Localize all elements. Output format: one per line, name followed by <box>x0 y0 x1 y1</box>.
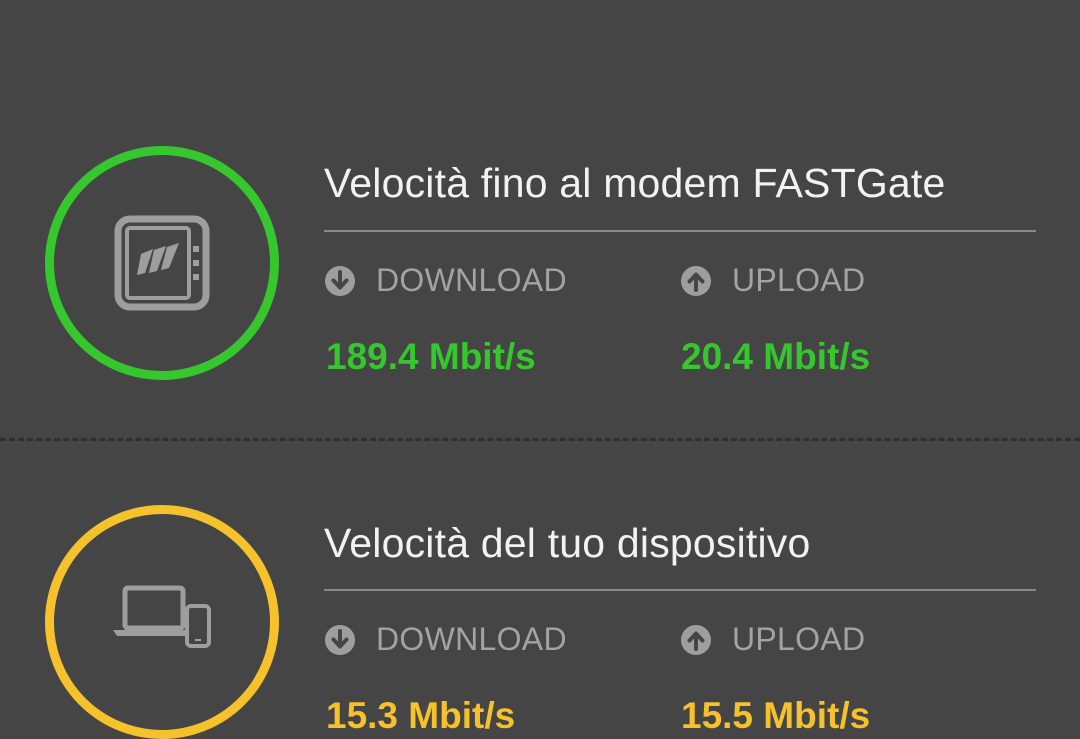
upload-label: UPLOAD <box>732 262 866 298</box>
download-value: 189.4 Mbit/s <box>326 336 536 377</box>
download-metric: DOWNLOAD <box>324 621 567 658</box>
download-arrow-icon <box>325 265 355 296</box>
device-status-ring <box>45 505 279 739</box>
upload-arrow-icon <box>681 265 711 296</box>
device-speed-section: Velocità del tuo dispositivo DOWNLOAD UP… <box>0 440 1080 739</box>
download-label: DOWNLOAD <box>376 262 567 298</box>
upload-metric: UPLOAD <box>680 621 865 658</box>
title-divider <box>324 589 1036 591</box>
upload-label: UPLOAD <box>732 621 866 657</box>
section-title: Velocità del tuo dispositivo <box>324 520 811 566</box>
download-arrow-icon <box>325 624 355 655</box>
modem-icon <box>114 215 210 311</box>
modem-status-ring <box>45 146 279 380</box>
upload-metric: UPLOAD <box>680 262 865 299</box>
download-metric: DOWNLOAD <box>324 262 567 299</box>
download-value: 15.3 Mbit/s <box>326 695 516 736</box>
download-label: DOWNLOAD <box>376 621 567 657</box>
upload-arrow-icon <box>681 624 711 655</box>
section-title: Velocità fino al modem FASTGate <box>324 160 946 206</box>
upload-value: 15.5 Mbit/s <box>681 695 871 736</box>
upload-value: 20.4 Mbit/s <box>681 336 871 377</box>
devices-icon <box>113 585 211 648</box>
modem-speed-section: Velocità fino al modem FASTGate DOWNLOAD… <box>0 0 1080 440</box>
title-divider <box>324 230 1036 232</box>
